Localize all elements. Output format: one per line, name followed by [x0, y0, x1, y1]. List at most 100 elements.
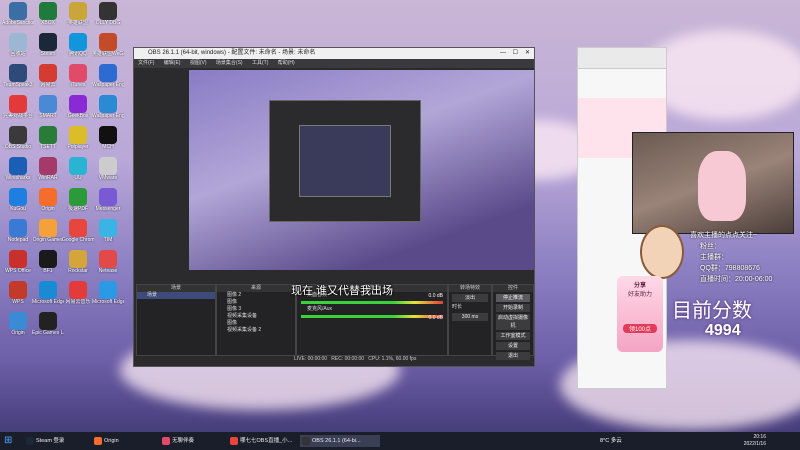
- desktop-icon[interactable]: TeamSpeak3: [2, 64, 34, 88]
- transition-select[interactable]: 淡出: [452, 294, 488, 302]
- desktop-icon[interactable]: TSETT: [32, 126, 64, 150]
- desktop-icon[interactable]: UU: [62, 157, 94, 181]
- desktop-icon-label: TSETT: [40, 144, 56, 150]
- menu-view[interactable]: 视图(V): [190, 60, 207, 66]
- desktop-icon[interactable]: BF1: [32, 250, 64, 274]
- desktop-icon[interactable]: 英雄联盟: [62, 2, 94, 26]
- desktop-icon[interactable]: Messenger: [92, 188, 124, 212]
- minimize-icon[interactable]: —: [500, 48, 506, 59]
- start-recording-button[interactable]: 开始录制: [496, 304, 530, 312]
- taskbar-item-obs[interactable]: OBS 26.1.1 (64-bi...: [300, 435, 380, 447]
- taskbar-item-music[interactable]: 无聊伴奏: [160, 435, 232, 447]
- desktop-icon[interactable]: Origin Games: [32, 219, 64, 243]
- desktop-icon[interactable]: Netease: [92, 250, 124, 274]
- desktop-icon[interactable]: SMART: [32, 95, 64, 119]
- taskbar-item-chrome[interactable]: 哪七七OBS直播_小...: [228, 435, 304, 447]
- app-icon: [99, 95, 117, 113]
- taskbar-item-steam[interactable]: Steam 登录: [24, 435, 96, 447]
- menu-file[interactable]: 文件(F): [138, 60, 154, 66]
- desktop-icon[interactable]: Steam: [32, 33, 64, 57]
- app-icon: [69, 219, 87, 237]
- source-item[interactable]: 图像 3: [217, 306, 295, 313]
- desktop-icon[interactable]: Google Chrome: [62, 219, 94, 243]
- desktop-icon-grid: AdobeSanctions XBOX 英雄联盟 OLLY DBG 回收站 Steam 腾讯…: [0, 0, 135, 432]
- duration-label: 时长: [452, 304, 463, 310]
- desktop-icon[interactable]: 完美对战平台: [2, 95, 34, 119]
- desktop-icon-label: TeamSpeak3: [3, 82, 33, 88]
- desktop-icon[interactable]: WinRAR: [32, 157, 64, 181]
- desktop-icon[interactable]: 极速PDF: [62, 188, 94, 212]
- desktop-icon[interactable]: Microsoft Edge: [32, 281, 64, 305]
- menu-scene-collection[interactable]: 场景集合(S): [216, 60, 243, 66]
- clock-time: 20:16: [753, 434, 766, 440]
- app-icon: [69, 64, 87, 82]
- desktop-icon[interactable]: iTunes: [62, 64, 94, 88]
- app-icon: [69, 188, 87, 206]
- close-icon[interactable]: ✕: [525, 48, 530, 59]
- volume-meter[interactable]: [301, 315, 443, 318]
- desktop-icon[interactable]: Origin: [32, 188, 64, 212]
- transitions-dock: 转场特效 淡出 时长 300 ms: [448, 284, 492, 356]
- desktop-icon[interactable]: OBS Studio: [2, 126, 34, 150]
- virtual-camera-button[interactable]: 启动虚拟摄像机: [496, 314, 530, 330]
- source-item[interactable]: 图像 2: [217, 292, 295, 299]
- desktop-icon[interactable]: 网易云: [32, 64, 64, 88]
- stop-stream-button[interactable]: 停止推流: [496, 294, 530, 302]
- obs-titlebar[interactable]: OBS 26.1.1 (64-bit, windows) - 配置文件: 未命名…: [134, 48, 534, 59]
- desktop-icon[interactable]: VMware: [92, 157, 124, 181]
- desktop-icon[interactable]: TIM: [92, 219, 124, 243]
- desktop-icon[interactable]: Nodepad: [2, 219, 34, 243]
- desktop-icon[interactable]: WPS Office: [2, 250, 34, 274]
- lyrics-subtitle: 现在 谁又代替我出场: [291, 285, 394, 297]
- scene-item[interactable]: 场景: [137, 292, 215, 299]
- desktop-icon[interactable]: GeekBox: [62, 95, 94, 119]
- menu-edit[interactable]: 编辑(E): [164, 60, 181, 66]
- desktop-icon[interactable]: Wiresharks: [2, 157, 34, 181]
- menu-tools[interactable]: 工具(T): [252, 60, 268, 66]
- desktop-icon-label: Wallpaper Engine: [92, 82, 124, 88]
- desktop-icon[interactable]: Epic Games Launcher: [32, 312, 64, 336]
- start-button[interactable]: ⊞: [4, 435, 16, 447]
- desktop-icon[interactable]: 英雄联盟WeGame: [92, 33, 124, 57]
- weather-indicator[interactable]: 8°C 多云: [600, 436, 622, 444]
- desktop-icon[interactable]: 腾讯QQ: [62, 33, 94, 57]
- settings-button[interactable]: 设置: [496, 342, 530, 350]
- desktop-icon[interactable]: Wallpaper Engine: [92, 95, 124, 119]
- volume-meter[interactable]: [301, 301, 443, 304]
- desktop-icon[interactable]: MCH: [92, 126, 124, 150]
- desktop-icon[interactable]: OLLY DBG: [92, 2, 124, 26]
- menu-help[interactable]: 帮助(H): [278, 60, 295, 66]
- desktop-icon[interactable]: Potplayer: [62, 126, 94, 150]
- mascot-avatar: [640, 225, 684, 279]
- desktop-icon[interactable]: 网易云音乐: [62, 281, 94, 305]
- source-item[interactable]: 图像: [217, 320, 295, 327]
- obs-menubar: 文件(F) 编辑(E) 视图(V) 场景集合(S) 工具(T) 帮助(H): [134, 59, 534, 68]
- exit-button[interactable]: 退出: [496, 352, 530, 360]
- desktop-icon[interactable]: 回收站: [2, 33, 34, 57]
- maximize-icon[interactable]: ☐: [513, 48, 518, 59]
- source-item[interactable]: 图像: [217, 299, 295, 306]
- app-icon: [39, 64, 57, 82]
- share-button[interactable]: 领100点: [623, 324, 657, 333]
- app-icon: [69, 2, 87, 20]
- desktop-icon-label: 网易云: [40, 82, 56, 88]
- desktop-icon[interactable]: Rockstar: [62, 250, 94, 274]
- desktop-icon-label: 英雄联盟: [67, 20, 88, 26]
- studio-mode-button[interactable]: 工作室模式: [496, 332, 530, 340]
- desktop-icon[interactable]: WPS: [2, 281, 34, 305]
- clock[interactable]: 20:16 2022/1/16: [744, 434, 766, 448]
- source-item[interactable]: 视频采集设备: [217, 313, 295, 320]
- taskbar-item-origin[interactable]: Origin: [92, 435, 164, 447]
- obs-window[interactable]: OBS 26.1.1 (64-bit, windows) - 配置文件: 未命名…: [133, 47, 535, 367]
- desktop-icon-label: KuGou: [10, 206, 26, 212]
- duration-input[interactable]: 300 ms: [452, 313, 488, 321]
- source-item[interactable]: 视频采集设备 2: [217, 327, 295, 334]
- desktop-icon[interactable]: Origin: [2, 312, 34, 336]
- obs-preview[interactable]: [189, 70, 534, 270]
- desktop-icon[interactable]: Microsoft Edge: [92, 281, 124, 305]
- desktop-icon[interactable]: AdobeSanctions: [2, 2, 34, 26]
- desktop-icon[interactable]: Wallpaper Engine: [92, 64, 124, 88]
- desktop-icon[interactable]: KuGou: [2, 188, 34, 212]
- desktop-icon-label: SMART: [39, 113, 57, 119]
- desktop-icon[interactable]: XBOX: [32, 2, 64, 26]
